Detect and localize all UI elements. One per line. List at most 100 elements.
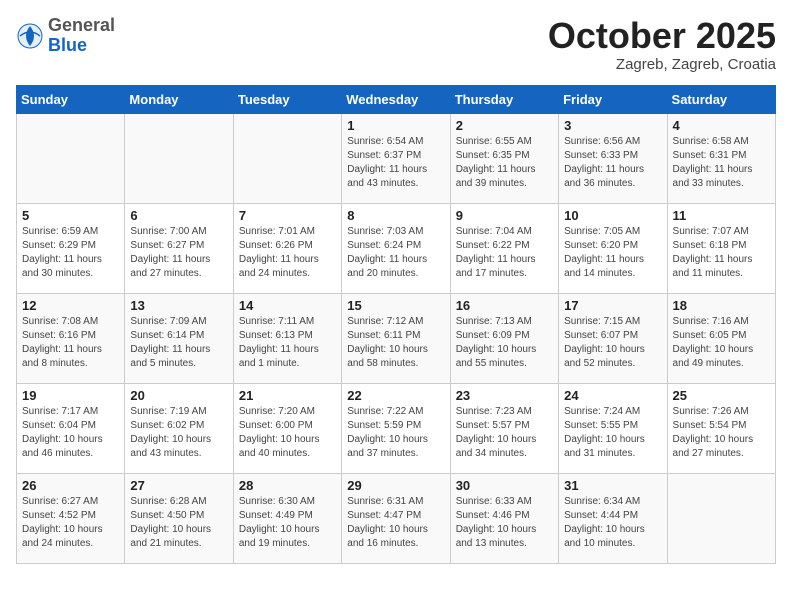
calendar-week-row: 26 Sunrise: 6:27 AM Sunset: 4:52 PM Dayli… [17, 473, 776, 563]
logo-general: General [48, 16, 115, 36]
day-number: 26 [22, 478, 119, 493]
calendar-cell: 25 Sunrise: 7:26 AM Sunset: 5:54 PM Dayli… [667, 383, 775, 473]
calendar-cell: 5Sunrise: 6:59 AM Sunset: 6:29 PM Daylig… [17, 203, 125, 293]
day-of-week-header: Monday [125, 85, 233, 113]
calendar-cell: 22Sunrise: 7:22 AM Sunset: 5:59 PM Dayli… [342, 383, 450, 473]
calendar-cell: 4Sunrise: 6:58 AM Sunset: 6:31 PM Daylig… [667, 113, 775, 203]
day-number: 18 [673, 298, 770, 313]
day-number: 1 [347, 118, 444, 133]
day-info: Sunrise: 6:31 AM Sunset: 4:47 PM Dayligh… [347, 495, 444, 551]
calendar-week-row: 19 Sunrise: 7:17 AM Sunset: 6:04 PM Dayli… [17, 383, 776, 473]
day-info: Sunrise: 7:11 AM Sunset: 6:13 PM Dayligh… [239, 315, 336, 371]
day-of-week-header: Saturday [667, 85, 775, 113]
day-number: 23 [456, 388, 553, 403]
day-of-week-header: Thursday [450, 85, 558, 113]
day-number: 5 [22, 208, 119, 223]
calendar-cell: 31 Sunrise: 6:34 AM Sunset: 4:44 PM Dayli… [559, 473, 667, 563]
day-info: Sunrise: 7:24 AM Sunset: 5:55 PM Dayligh… [564, 405, 661, 461]
logo: General Blue [16, 16, 115, 56]
calendar-cell: 10 Sunrise: 7:05 AM Sunset: 6:20 PM Dayli… [559, 203, 667, 293]
day-info: Sunrise: 7:26 AM Sunset: 5:54 PM Dayligh… [673, 405, 770, 461]
day-number: 17 [564, 298, 661, 313]
calendar-cell: 27 Sunrise: 6:28 AM Sunset: 4:50 PM Dayli… [125, 473, 233, 563]
location: Zagreb, Zagreb, Croatia [548, 56, 776, 73]
calendar-cell [667, 473, 775, 563]
page-header: General Blue October 2025 Zagreb, Zagreb… [16, 16, 776, 73]
calendar-cell: 26 Sunrise: 6:27 AM Sunset: 4:52 PM Dayli… [17, 473, 125, 563]
logo-text: General Blue [48, 16, 115, 56]
day-info: Sunrise: 7:08 AM Sunset: 6:16 PM Dayligh… [22, 315, 119, 371]
calendar-cell [125, 113, 233, 203]
calendar-cell: 24 Sunrise: 7:24 AM Sunset: 5:55 PM Dayli… [559, 383, 667, 473]
calendar-cell: 8Sunrise: 7:03 AM Sunset: 6:24 PM Daylig… [342, 203, 450, 293]
day-number: 9 [456, 208, 553, 223]
day-number: 10 [564, 208, 661, 223]
calendar-cell [17, 113, 125, 203]
calendar-cell: 29 Sunrise: 6:31 AM Sunset: 4:47 PM Dayli… [342, 473, 450, 563]
day-number: 29 [347, 478, 444, 493]
day-number: 6 [130, 208, 227, 223]
day-of-week-header: Sunday [17, 85, 125, 113]
day-number: 2 [456, 118, 553, 133]
calendar-cell: 2 Sunrise: 6:55 AM Sunset: 6:35 PM Daylig… [450, 113, 558, 203]
day-info: Sunrise: 7:17 AM Sunset: 6:04 PM Dayligh… [22, 405, 119, 461]
logo-icon [16, 22, 44, 50]
title-block: October 2025 Zagreb, Zagreb, Croatia [548, 16, 776, 73]
day-info: Sunrise: 7:20 AM Sunset: 6:00 PM Dayligh… [239, 405, 336, 461]
day-number: 13 [130, 298, 227, 313]
day-number: 21 [239, 388, 336, 403]
day-info: Sunrise: 7:19 AM Sunset: 6:02 PM Dayligh… [130, 405, 227, 461]
calendar-cell: 28 Sunrise: 6:30 AM Sunset: 4:49 PM Dayli… [233, 473, 341, 563]
calendar-cell: 19 Sunrise: 7:17 AM Sunset: 6:04 PM Dayli… [17, 383, 125, 473]
calendar-cell: 12 Sunrise: 7:08 AM Sunset: 6:16 PM Dayli… [17, 293, 125, 383]
calendar-cell: 17 Sunrise: 7:15 AM Sunset: 6:07 PM Dayli… [559, 293, 667, 383]
day-info: Sunrise: 7:23 AM Sunset: 5:57 PM Dayligh… [456, 405, 553, 461]
day-of-week-header: Wednesday [342, 85, 450, 113]
calendar-cell: 16Sunrise: 7:13 AM Sunset: 6:09 PM Dayli… [450, 293, 558, 383]
calendar-cell: 30 Sunrise: 6:33 AM Sunset: 4:46 PM Dayli… [450, 473, 558, 563]
day-info: Sunrise: 6:56 AM Sunset: 6:33 PM Dayligh… [564, 135, 661, 191]
day-number: 15 [347, 298, 444, 313]
day-number: 24 [564, 388, 661, 403]
calendar-week-row: 12 Sunrise: 7:08 AM Sunset: 6:16 PM Dayli… [17, 293, 776, 383]
day-info: Sunrise: 7:04 AM Sunset: 6:22 PM Dayligh… [456, 225, 553, 281]
day-info: Sunrise: 6:28 AM Sunset: 4:50 PM Dayligh… [130, 495, 227, 551]
day-number: 27 [130, 478, 227, 493]
day-info: Sunrise: 6:58 AM Sunset: 6:31 PM Dayligh… [673, 135, 770, 191]
day-info: Sunrise: 7:00 AM Sunset: 6:27 PM Dayligh… [130, 225, 227, 281]
day-info: Sunrise: 7:15 AM Sunset: 6:07 PM Dayligh… [564, 315, 661, 371]
calendar-cell: 6 Sunrise: 7:00 AM Sunset: 6:27 PM Daylig… [125, 203, 233, 293]
day-number: 8 [347, 208, 444, 223]
day-number: 11 [673, 208, 770, 223]
day-info: Sunrise: 6:55 AM Sunset: 6:35 PM Dayligh… [456, 135, 553, 191]
day-number: 30 [456, 478, 553, 493]
calendar-cell: 23 Sunrise: 7:23 AM Sunset: 5:57 PM Dayli… [450, 383, 558, 473]
calendar-cell [233, 113, 341, 203]
calendar-cell: 21 Sunrise: 7:20 AM Sunset: 6:00 PM Dayli… [233, 383, 341, 473]
calendar-body: 1 Sunrise: 6:54 AM Sunset: 6:37 PM Daylig… [17, 113, 776, 563]
day-info: Sunrise: 6:30 AM Sunset: 4:49 PM Dayligh… [239, 495, 336, 551]
day-info: Sunrise: 6:54 AM Sunset: 6:37 PM Dayligh… [347, 135, 444, 191]
calendar-cell: 20Sunrise: 7:19 AM Sunset: 6:02 PM Dayli… [125, 383, 233, 473]
calendar-week-row: 5Sunrise: 6:59 AM Sunset: 6:29 PM Daylig… [17, 203, 776, 293]
day-info: Sunrise: 7:22 AM Sunset: 5:59 PM Dayligh… [347, 405, 444, 461]
calendar-cell: 15 Sunrise: 7:12 AM Sunset: 6:11 PM Dayli… [342, 293, 450, 383]
day-number: 28 [239, 478, 336, 493]
day-info: Sunrise: 7:16 AM Sunset: 6:05 PM Dayligh… [673, 315, 770, 371]
day-number: 12 [22, 298, 119, 313]
day-number: 19 [22, 388, 119, 403]
days-of-week-row: SundayMondayTuesdayWednesdayThursdayFrid… [17, 85, 776, 113]
day-info: Sunrise: 6:34 AM Sunset: 4:44 PM Dayligh… [564, 495, 661, 551]
day-number: 31 [564, 478, 661, 493]
day-info: Sunrise: 7:12 AM Sunset: 6:11 PM Dayligh… [347, 315, 444, 371]
day-number: 25 [673, 388, 770, 403]
day-info: Sunrise: 7:05 AM Sunset: 6:20 PM Dayligh… [564, 225, 661, 281]
day-info: Sunrise: 6:33 AM Sunset: 4:46 PM Dayligh… [456, 495, 553, 551]
day-info: Sunrise: 7:13 AM Sunset: 6:09 PM Dayligh… [456, 315, 553, 371]
day-info: Sunrise: 7:01 AM Sunset: 6:26 PM Dayligh… [239, 225, 336, 281]
calendar-table: SundayMondayTuesdayWednesdayThursdayFrid… [16, 85, 776, 564]
month-title: October 2025 [548, 16, 776, 56]
day-info: Sunrise: 6:27 AM Sunset: 4:52 PM Dayligh… [22, 495, 119, 551]
day-of-week-header: Friday [559, 85, 667, 113]
day-info: Sunrise: 7:07 AM Sunset: 6:18 PM Dayligh… [673, 225, 770, 281]
